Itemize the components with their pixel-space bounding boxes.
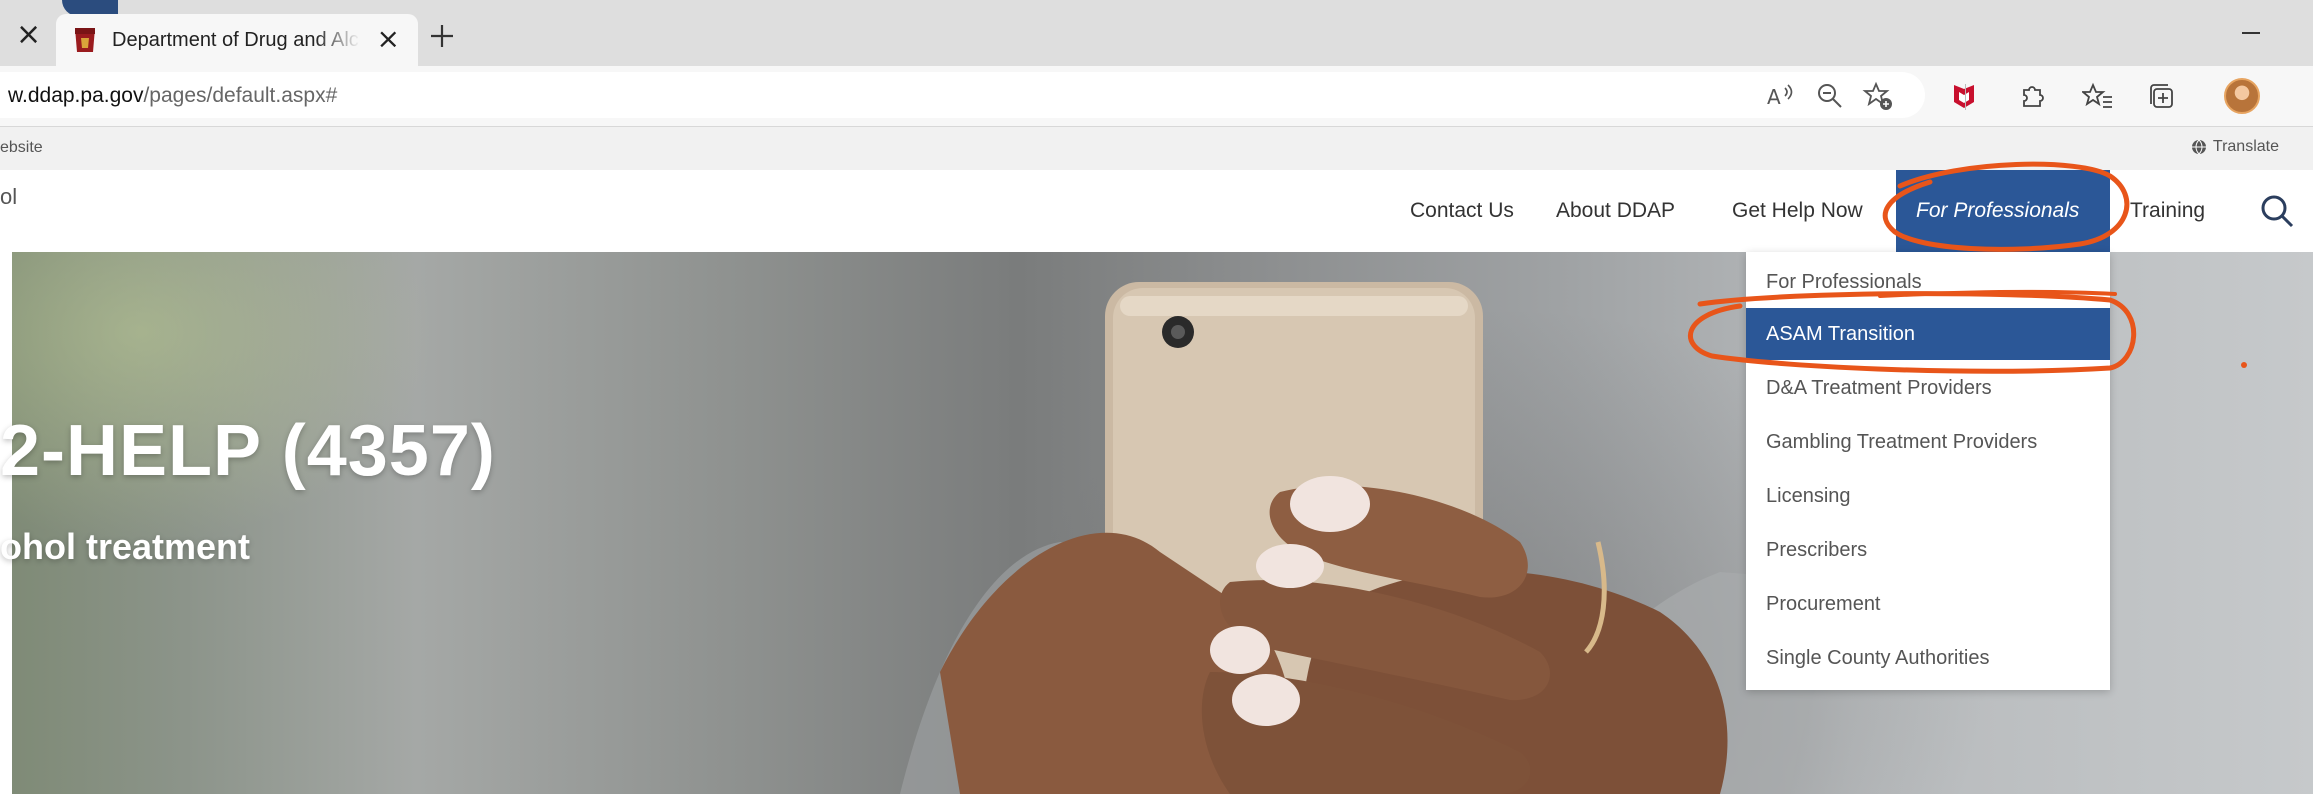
for-professionals-dropdown: For Professionals ASAM Transition D&A Tr… [1746, 252, 2110, 690]
nav-contact-us[interactable]: Contact Us [1410, 170, 1514, 252]
url-host: w.ddap.pa.gov [8, 84, 144, 107]
mcafee-icon[interactable] [1948, 80, 1980, 112]
dropdown-item-prescribers[interactable]: Prescribers [1746, 524, 2110, 576]
hero-title: 2-HELP (4357) [0, 411, 496, 491]
globe-icon [2191, 139, 2206, 155]
dropdown-item-licensing[interactable]: Licensing [1746, 470, 2110, 522]
address-bar[interactable]: w.ddap.pa.gov/pages/default.aspx# [0, 72, 1925, 118]
dropdown-item-asam-transition[interactable]: ASAM Transition [1746, 308, 2110, 360]
collections-icon[interactable] [2146, 80, 2178, 112]
translate-button[interactable]: Translate [2191, 138, 2279, 156]
nav-about-ddap[interactable]: About DDAP [1556, 170, 1675, 252]
favorites-add-icon[interactable] [1862, 80, 1894, 112]
site-header: ol Contact Us About DDAP Get Help Now Fo… [0, 170, 2313, 252]
hero-subtitle: ohol treatment [0, 526, 251, 567]
nav-get-help-now[interactable]: Get Help Now [1732, 170, 1863, 252]
url-path: /pages/default.aspx# [143, 84, 338, 107]
hero-left-edge [0, 252, 12, 794]
nav-for-professionals[interactable]: For Professionals [1896, 170, 2110, 252]
minimize-icon[interactable] [2242, 32, 2260, 34]
dropdown-item-gambling-treatment-providers[interactable]: Gambling Treatment Providers [1746, 416, 2110, 468]
dropdown-item-single-county-authorities[interactable]: Single County Authorities [1746, 632, 2110, 684]
nav-training[interactable]: Training [2130, 170, 2205, 252]
official-website-text: ebsite [0, 139, 43, 156]
toolbar-separator [1965, 84, 1966, 110]
favorites-icon[interactable] [2082, 80, 2114, 112]
url-text: w.ddap.pa.gov/pages/default.aspx# [8, 84, 337, 108]
search-icon[interactable] [2258, 192, 2296, 230]
new-tab-icon[interactable] [428, 22, 456, 50]
site-logo-text[interactable]: ol [0, 184, 17, 210]
dropdown-item-da-treatment-providers[interactable]: D&A Treatment Providers [1746, 362, 2110, 414]
favicon-pa-keystone-icon [75, 28, 95, 52]
zoom-icon[interactable] [1814, 80, 1846, 112]
extensions-icon[interactable] [2016, 80, 2048, 112]
svg-text:A: A [1767, 85, 1781, 109]
tab-title: Department of Drug and Alcohol Programs [112, 29, 360, 51]
previous-tab-close-icon[interactable]: × [16, 20, 41, 50]
profile-avatar[interactable] [2224, 78, 2260, 114]
translate-label: Translate [2212, 138, 2279, 155]
active-browser-tab[interactable]: Department of Drug and Alcohol Programs … [56, 14, 418, 66]
site-utility-bar: ebsite Translate [0, 126, 2313, 170]
dropdown-item-for-professionals[interactable]: For Professionals [1746, 256, 2110, 308]
browser-toolbar: w.ddap.pa.gov/pages/default.aspx# A [0, 66, 2313, 126]
browser-tab-strip: × Department of Drug and Alcohol Program… [0, 0, 2313, 66]
tab-close-icon[interactable]: × [377, 25, 400, 53]
dropdown-item-procurement[interactable]: Procurement [1746, 578, 2110, 630]
read-aloud-icon[interactable]: A [1764, 80, 1796, 112]
